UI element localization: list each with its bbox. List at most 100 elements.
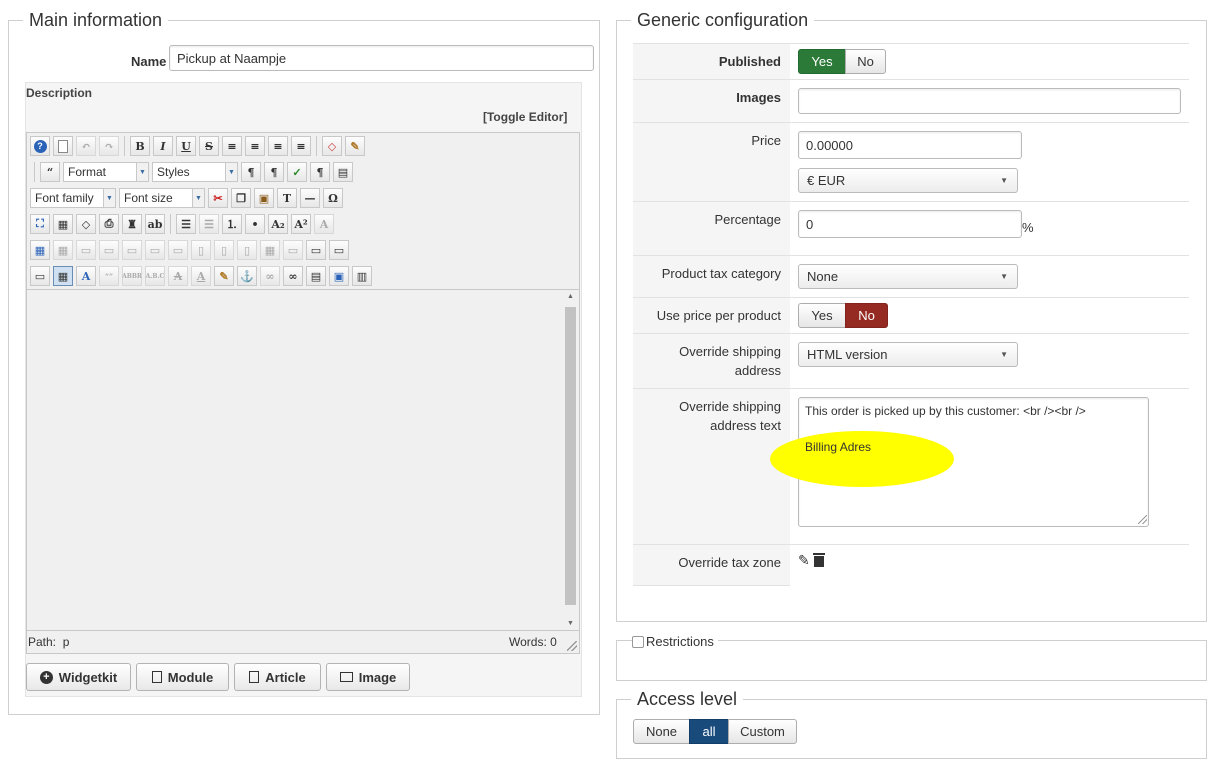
text-color-icon[interactable]: A: [314, 214, 334, 234]
paste-text-icon[interactable]: T: [277, 188, 297, 208]
paste-word-icon[interactable]: ▤: [333, 162, 353, 182]
new-document-icon[interactable]: [53, 136, 73, 156]
image-button[interactable]: Image: [326, 663, 410, 691]
published-yes-button[interactable]: Yes: [798, 49, 846, 74]
replace-icon[interactable]: ab: [145, 214, 165, 234]
abbr-icon[interactable]: ABBR: [122, 266, 142, 286]
access-custom-button[interactable]: Custom: [728, 719, 797, 744]
superscript-icon[interactable]: A²: [291, 214, 311, 234]
textarea-resize-icon[interactable]: [1138, 515, 1147, 524]
delete-col-icon[interactable]: ▯: [237, 240, 257, 260]
attributes-icon[interactable]: ✎: [214, 266, 234, 286]
row-props-icon[interactable]: ▭: [76, 240, 96, 260]
paste-icon[interactable]: ▣: [254, 188, 274, 208]
absolute-icon[interactable]: ▭: [30, 266, 50, 286]
images-input[interactable]: [798, 88, 1181, 114]
bold-icon[interactable]: B: [130, 136, 150, 156]
article-button[interactable]: Article: [234, 663, 321, 691]
format-select[interactable]: Format ▼: [63, 162, 149, 182]
override-shipping-address-select[interactable]: HTML version ▼: [798, 342, 1018, 367]
delete-table-icon[interactable]: ▦: [53, 240, 73, 260]
link-icon[interactable]: ∞: [283, 266, 303, 286]
template-icon[interactable]: ▦: [53, 214, 73, 234]
editor-scrollbar[interactable]: ▲ ▼: [563, 291, 578, 629]
align-left-icon[interactable]: ≡: [268, 136, 288, 156]
product-tax-category-select[interactable]: None ▼: [798, 264, 1018, 289]
cite-icon[interactable]: “”: [99, 266, 119, 286]
scroll-down-icon[interactable]: ▼: [567, 620, 574, 627]
insert-layer-icon[interactable]: ▭: [306, 240, 326, 260]
percentage-input[interactable]: 0: [798, 210, 1022, 238]
acronym-icon[interactable]: A.B.C: [145, 266, 165, 286]
access-all-button[interactable]: all: [689, 719, 729, 744]
unlink-icon[interactable]: ∞: [260, 266, 280, 286]
insert-col-before-icon[interactable]: ▯: [191, 240, 211, 260]
blockquote-icon[interactable]: “: [40, 162, 60, 182]
visual-aid-icon[interactable]: ▦: [53, 266, 73, 286]
undo-icon[interactable]: ↶: [76, 136, 96, 156]
eraser-icon[interactable]: ◇: [322, 136, 342, 156]
align-right-icon[interactable]: ≡: [291, 136, 311, 156]
anchor-icon[interactable]: ⚓: [237, 266, 257, 286]
name-input[interactable]: Pickup at Naampje: [169, 45, 594, 71]
copy-icon[interactable]: ❐: [231, 188, 251, 208]
insert-row-after-icon[interactable]: ▭: [145, 240, 165, 260]
use-price-no-button[interactable]: No: [845, 303, 888, 328]
rtl-paragraph-icon[interactable]: ¶: [264, 162, 284, 182]
ordered-list-icon[interactable]: ⒈: [222, 214, 242, 234]
restrictions-checkbox[interactable]: [632, 635, 644, 648]
edit-pencil-icon[interactable]: ✎: [798, 552, 810, 569]
styles-select[interactable]: Styles ▼: [152, 162, 238, 182]
subscript-icon[interactable]: A₂: [268, 214, 288, 234]
toggle-editor-link[interactable]: [Toggle Editor]: [483, 110, 567, 124]
spellcheck-icon[interactable]: ✓: [287, 162, 307, 182]
show-paragraphs-icon[interactable]: ¶: [310, 162, 330, 182]
insert-image-icon[interactable]: ▣: [329, 266, 349, 286]
source-code-icon[interactable]: ◇: [76, 214, 96, 234]
scrollbar-thumb[interactable]: [565, 307, 576, 605]
cleanup-brush-icon[interactable]: ✎: [345, 136, 365, 156]
merge-cells-icon[interactable]: ▭: [283, 240, 303, 260]
published-no-button[interactable]: No: [845, 49, 886, 74]
horizontal-rule-icon[interactable]: —: [300, 188, 320, 208]
move-layer-icon[interactable]: ▭: [329, 240, 349, 260]
table-icon[interactable]: ▦: [30, 240, 50, 260]
fullscreen-icon[interactable]: ⛶: [30, 214, 50, 234]
help-icon[interactable]: ?: [30, 136, 50, 156]
outdent-icon[interactable]: ☰: [199, 214, 219, 234]
underline-icon[interactable]: U: [176, 136, 196, 156]
split-cells-icon[interactable]: ▦: [260, 240, 280, 260]
trash-icon[interactable]: [813, 553, 825, 567]
path-value[interactable]: p: [63, 635, 70, 649]
print-icon[interactable]: ⎙: [99, 214, 119, 234]
indent-icon[interactable]: ☰: [176, 214, 196, 234]
align-justify-icon[interactable]: ≡: [222, 136, 242, 156]
special-char-icon[interactable]: Ω: [323, 188, 343, 208]
price-input[interactable]: 0.00000: [798, 131, 1022, 159]
insert-file-icon[interactable]: ▤: [306, 266, 326, 286]
cell-props-icon[interactable]: ▭: [99, 240, 119, 260]
resize-handle-icon[interactable]: [567, 641, 577, 651]
access-none-button[interactable]: None: [633, 719, 690, 744]
font-family-select[interactable]: Font family ▼: [30, 188, 116, 208]
cut-icon[interactable]: ✂: [208, 188, 228, 208]
insert-col-after-icon[interactable]: ▯: [214, 240, 234, 260]
italic-icon[interactable]: I: [153, 136, 173, 156]
currency-select[interactable]: € EUR ▼: [798, 168, 1018, 193]
use-price-yes-button[interactable]: Yes: [798, 303, 846, 328]
unordered-list-icon[interactable]: •: [245, 214, 265, 234]
editor-content-area[interactable]: [27, 289, 579, 631]
find-icon[interactable]: ♜: [122, 214, 142, 234]
align-center-icon[interactable]: ≡: [245, 136, 265, 156]
redo-icon[interactable]: ↷: [99, 136, 119, 156]
insert-row-before-icon[interactable]: ▭: [122, 240, 142, 260]
style-props-icon[interactable]: A: [76, 266, 96, 286]
module-button[interactable]: Module: [136, 663, 229, 691]
del-icon[interactable]: A: [168, 266, 188, 286]
strikethrough-icon[interactable]: S: [199, 136, 219, 156]
scroll-up-icon[interactable]: ▲: [567, 293, 574, 300]
ins-icon[interactable]: A: [191, 266, 211, 286]
insert-media-icon[interactable]: ▥: [352, 266, 372, 286]
delete-row-icon[interactable]: ▭: [168, 240, 188, 260]
widgetkit-button[interactable]: + Widgetkit: [26, 663, 131, 691]
